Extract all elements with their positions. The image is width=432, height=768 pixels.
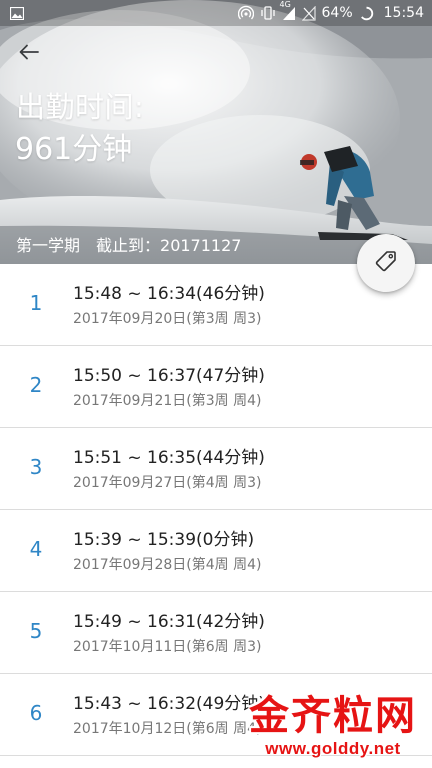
attendance-total: 961分钟 [15, 132, 133, 167]
list-item-time: 15:48 ~ 16:34(46分钟) [73, 284, 265, 304]
list-item-time: 15:50 ~ 16:37(47分钟) [73, 366, 265, 386]
list-item-time: 15:43 ~ 16:32(49分钟) [73, 694, 265, 714]
signal-icon: 4G [280, 0, 296, 21]
cutoff-date: 截止到：20171127 [96, 236, 242, 255]
list-item-index: 3 [29, 455, 43, 479]
battery-percent: 64% [321, 5, 353, 21]
watermark-url: www.golddy.net [265, 739, 401, 758]
list-item-time: 15:39 ~ 15:39(0分钟) [73, 530, 255, 550]
header-hero: 4G 64% 15:54 出勤时间: 961分钟 第一学期 截止到：201711… [0, 0, 432, 264]
list-item[interactable]: 2 15:50 ~ 16:37(47分钟) 2017年09月21日(第3周 周4… [0, 346, 432, 428]
list-item-index: 1 [29, 291, 43, 315]
list-item-date: 2017年10月12日(第6周 周4) [73, 721, 262, 737]
vibrate-icon [260, 5, 276, 21]
list-item-index: 6 [29, 701, 43, 725]
status-clock: 15:54 [383, 5, 424, 21]
list-item-time: 15:51 ~ 16:35(44分钟) [73, 448, 265, 468]
list-item[interactable]: 3 15:51 ~ 16:35(44分钟) 2017年09月27日(第4周 周3… [0, 428, 432, 510]
site-watermark: 金齐粒网 www.golddy.net [238, 694, 428, 766]
list-item-date: 2017年09月28日(第4周 周4) [73, 557, 262, 573]
list-item[interactable]: 5 15:49 ~ 16:31(42分钟) 2017年10月11日(第6周 周3… [0, 592, 432, 674]
arrow-left-icon [19, 44, 39, 64]
semester-info: 第一学期 截止到：20171127 [16, 235, 241, 257]
list-item-date: 2017年09月21日(第3周 周4) [73, 393, 262, 409]
semester-name: 第一学期 [16, 236, 81, 255]
back-button[interactable] [14, 40, 44, 68]
list-item-index: 5 [29, 619, 43, 643]
battery-icon [359, 6, 374, 21]
list-item[interactable]: 4 15:39 ~ 15:39(0分钟) 2017年09月28日(第4周 周4) [0, 510, 432, 592]
list-item-date: 2017年10月11日(第6周 周3) [73, 639, 262, 655]
status-bar: 4G 64% 15:54 [0, 0, 432, 26]
watermark-title: 金齐粒网 [249, 692, 417, 739]
list-item-index: 2 [29, 373, 43, 397]
list-item-time: 15:49 ~ 16:31(42分钟) [73, 612, 265, 632]
list-item-date: 2017年09月27日(第4周 周3) [73, 475, 262, 491]
attendance-label: 出勤时间: [16, 90, 145, 124]
list-item-index: 4 [29, 537, 43, 561]
image-icon [10, 6, 24, 20]
network-type-label: 4G [279, 0, 291, 9]
tag-icon [374, 249, 398, 277]
attendance-list: 1 15:48 ~ 16:34(46分钟) 2017年09月20日(第3周 周3… [0, 264, 432, 756]
tag-fab-button[interactable] [357, 234, 415, 292]
no-sim-icon [301, 5, 316, 21]
hotspot-icon [237, 5, 254, 21]
list-item-date: 2017年09月20日(第3周 周3) [73, 311, 262, 327]
screen: 4G 64% 15:54 出勤时间: 961分钟 第一学期 截止到：201711… [0, 0, 432, 768]
